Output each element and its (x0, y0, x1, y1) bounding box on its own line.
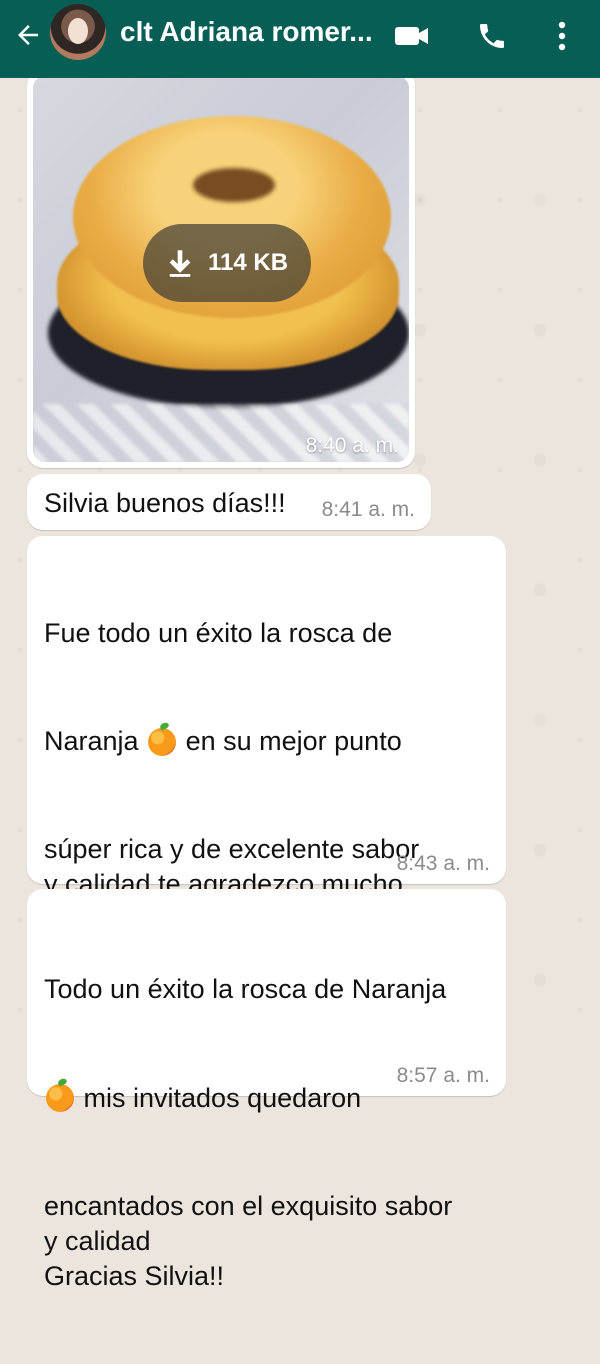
message-time: 8:43 a. m. (396, 852, 490, 875)
voice-call-button[interactable] (470, 14, 514, 58)
video-camera-icon (395, 27, 428, 45)
more-vertical-icon (558, 21, 566, 51)
more-options-button[interactable] (540, 14, 584, 58)
blurred-cake-photo[interactable]: 114 KB (33, 76, 409, 462)
message-text: Todo un éxito la rosca de Naranja mis in… (44, 902, 489, 1364)
message-line: Fue todo un éxito la rosca de (44, 618, 393, 648)
message-line: encantados con el exquisito sabor y cali… (44, 1191, 453, 1291)
message-text-segment: en su mejor punto (178, 726, 402, 756)
contact-avatar[interactable] (50, 4, 106, 60)
incoming-message[interactable]: Silvia buenos días!!! 8:41 a. m. (27, 474, 431, 530)
message-time: 8:57 a. m. (396, 1064, 490, 1087)
download-image-button[interactable]: 114 KB (143, 224, 311, 302)
cake-center-hole (193, 168, 275, 202)
message-time: 8:40 a. m. (305, 434, 399, 457)
message-text-segment: Naranja (44, 726, 147, 756)
download-arrow-icon (169, 250, 191, 277)
download-size: 114 KB (207, 249, 289, 276)
orange-emoji-icon (46, 1084, 74, 1112)
contact-name[interactable]: clt Adriana romer... (120, 16, 380, 48)
phone-icon (480, 24, 504, 48)
incoming-message[interactable]: Todo un éxito la rosca de Naranja mis in… (27, 889, 506, 1291)
message-text-segment: mis invitados quedaron (76, 1082, 362, 1113)
chat-header: clt Adriana romer... (0, 0, 600, 78)
message-time: 8:41 a. m. (321, 498, 415, 521)
arrow-left-icon (18, 25, 38, 45)
video-call-button[interactable] (390, 14, 434, 58)
message-line: Naranja en su mejor punto (44, 721, 489, 762)
orange-emoji-icon (148, 727, 177, 756)
incoming-message[interactable]: Fue todo un éxito la rosca de Naranja en… (27, 536, 506, 1074)
message-line: Todo un éxito la rosca de Naranja (44, 974, 447, 1004)
image-message[interactable]: 114 KB 8:40 a. m. (27, 70, 415, 468)
back-button[interactable] (10, 17, 46, 53)
